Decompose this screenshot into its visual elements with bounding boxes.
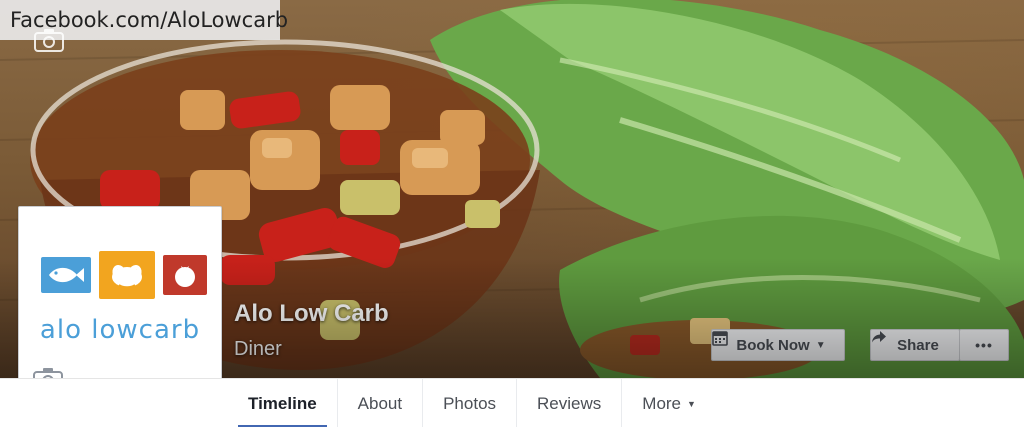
tab-about[interactable]: About bbox=[338, 379, 424, 427]
tab-label: Reviews bbox=[537, 393, 602, 413]
tab-label: Timeline bbox=[248, 393, 317, 413]
tab-photos[interactable]: Photos bbox=[423, 379, 518, 427]
share-label: Share bbox=[897, 336, 939, 354]
caret-down-icon: ▼ bbox=[687, 398, 696, 409]
tab-label: Photos bbox=[443, 393, 497, 413]
book-now-button[interactable]: Book Now ▼ bbox=[711, 329, 845, 361]
page-category[interactable]: Diner bbox=[234, 338, 282, 361]
chevron-down-icon: ▼ bbox=[815, 339, 826, 351]
cover-camera-icon[interactable] bbox=[34, 28, 64, 52]
more-options-button[interactable]: ••• bbox=[959, 329, 1009, 361]
logo-tiles bbox=[41, 251, 207, 299]
logo-wordmark: alo lowcarb bbox=[39, 315, 201, 345]
share-button[interactable]: Share bbox=[870, 329, 960, 361]
chicken-icon bbox=[99, 251, 155, 299]
fish-icon bbox=[41, 257, 91, 293]
tab-label: About bbox=[357, 393, 403, 413]
book-now-label: Book Now bbox=[736, 336, 810, 354]
tab-label: More bbox=[642, 393, 682, 413]
tab-more[interactable]: More ▼ bbox=[622, 379, 716, 427]
tab-reviews[interactable]: Reviews bbox=[517, 379, 623, 427]
tomato-icon bbox=[163, 255, 207, 295]
tab-timeline[interactable]: Timeline bbox=[228, 379, 338, 427]
page-name: Alo Low Carb bbox=[234, 300, 389, 327]
ellipsis-icon: ••• bbox=[975, 337, 993, 353]
page-tab-bar: Timeline About Photos Reviews More ▼ bbox=[0, 378, 1024, 427]
page-tabs: Timeline About Photos Reviews More ▼ bbox=[228, 379, 716, 427]
